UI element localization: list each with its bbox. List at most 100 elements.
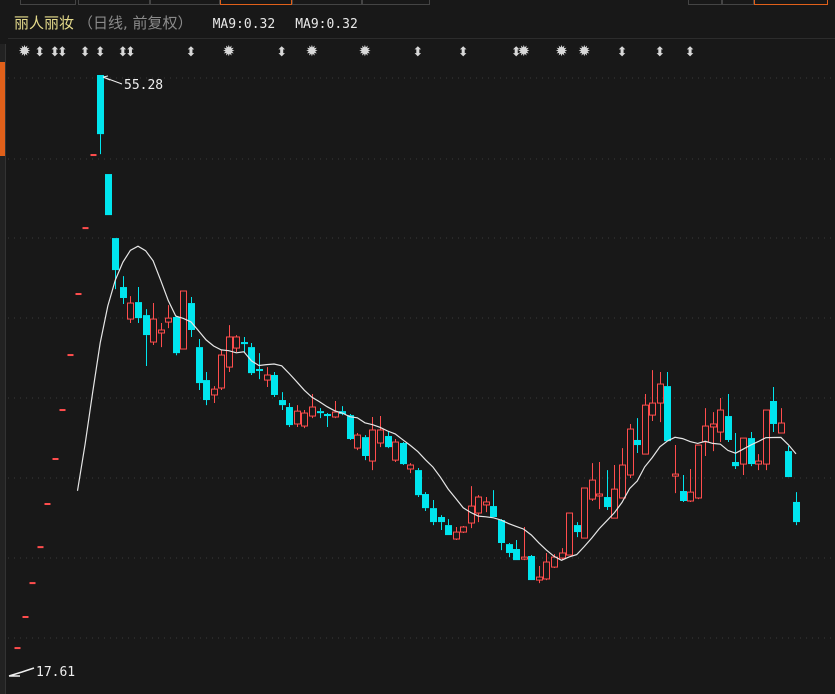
candle xyxy=(97,75,104,155)
updown-marker-icon[interactable]: ⬍ xyxy=(685,45,696,60)
candle-body xyxy=(392,441,399,461)
candle xyxy=(725,394,732,443)
candle-body xyxy=(218,354,225,389)
candle xyxy=(717,397,724,443)
star-marker-icon[interactable]: ✹ xyxy=(555,42,568,60)
star-marker-icon[interactable]: ✹ xyxy=(359,42,372,60)
star-marker-icon[interactable]: ✹ xyxy=(306,42,319,60)
candle xyxy=(732,433,739,469)
candle-body xyxy=(377,429,384,444)
candle-body xyxy=(105,174,112,216)
candle-body xyxy=(173,317,180,354)
candle xyxy=(203,371,210,406)
candle-body xyxy=(120,287,127,298)
candle xyxy=(453,526,460,540)
candle xyxy=(362,435,369,461)
candle xyxy=(634,418,641,453)
candle xyxy=(218,350,225,391)
candle-body xyxy=(279,400,286,406)
candle-body xyxy=(286,407,293,426)
updown-marker-icon[interactable]: ⬍ xyxy=(276,45,287,60)
candle-body xyxy=(717,409,724,433)
candle xyxy=(14,647,21,650)
candle xyxy=(483,497,490,513)
candle-body xyxy=(158,329,165,334)
candle xyxy=(438,515,445,531)
updown-marker-icon[interactable]: ⬍ xyxy=(458,45,469,60)
candle-body xyxy=(241,342,248,345)
candle-body xyxy=(543,561,550,580)
candle-body xyxy=(165,317,172,323)
candle-body xyxy=(528,555,535,581)
candle xyxy=(498,519,505,551)
candle-body xyxy=(664,386,671,442)
candle-body xyxy=(506,544,513,553)
updown-marker-icon[interactable]: ⬍ xyxy=(185,45,196,60)
candle xyxy=(294,405,301,427)
candle xyxy=(475,495,482,523)
updown-marker-icon[interactable]: ⬍ xyxy=(80,45,91,60)
candle xyxy=(407,463,414,474)
candle-body xyxy=(362,437,369,456)
updown-marker-icon[interactable]: ⬍ xyxy=(57,45,68,60)
candle-body xyxy=(748,438,755,465)
candle xyxy=(324,413,331,427)
candle xyxy=(581,487,588,539)
low-price-label: 17.61 xyxy=(36,665,75,680)
candle-body xyxy=(559,552,566,559)
candle-body xyxy=(710,423,717,428)
candle xyxy=(248,342,255,376)
candle-body xyxy=(770,400,777,424)
candle xyxy=(702,408,709,456)
candle xyxy=(279,392,286,411)
candle xyxy=(422,492,429,511)
candle-body xyxy=(37,546,44,549)
candle-body xyxy=(702,425,709,443)
candle xyxy=(400,442,407,466)
candle xyxy=(233,335,240,353)
candle-body xyxy=(740,437,747,465)
candle xyxy=(619,448,626,499)
candle xyxy=(165,305,172,329)
candle xyxy=(271,371,278,398)
candle xyxy=(649,370,656,421)
candle-body xyxy=(657,383,664,404)
candle-body xyxy=(430,508,437,523)
candle xyxy=(574,522,581,538)
candle-body xyxy=(271,375,278,395)
updown-marker-icon[interactable]: ⬍ xyxy=(412,45,423,60)
candle-body xyxy=(483,501,490,506)
updown-marker-icon[interactable]: ⬍ xyxy=(125,45,136,60)
candle xyxy=(392,439,399,463)
updown-marker-icon[interactable]: ⬍ xyxy=(95,45,106,60)
candle-body xyxy=(97,75,104,135)
high-arrow-icon xyxy=(102,75,123,85)
candle xyxy=(44,503,51,506)
candle xyxy=(135,287,142,324)
candle-body xyxy=(498,520,505,543)
candle-body xyxy=(468,505,475,524)
star-marker-icon[interactable]: ✹ xyxy=(18,42,31,60)
candle xyxy=(59,409,66,412)
candle-body xyxy=(475,496,482,514)
candle xyxy=(150,303,157,346)
candle-body xyxy=(256,368,263,372)
candle xyxy=(105,174,112,216)
updown-marker-icon[interactable]: ⬍ xyxy=(34,45,45,60)
candle-body xyxy=(634,439,641,446)
candle-body xyxy=(309,406,316,417)
candle-body xyxy=(407,464,414,470)
updown-marker-icon[interactable]: ⬍ xyxy=(654,45,665,60)
star-marker-icon[interactable]: ✹ xyxy=(578,42,591,60)
star-marker-icon[interactable]: ✹ xyxy=(222,42,235,60)
candle-body xyxy=(29,582,36,585)
updown-marker-icon[interactable]: ⬍ xyxy=(617,45,628,60)
star-marker-icon[interactable]: ✹ xyxy=(517,42,530,60)
candle xyxy=(317,408,324,419)
candle-body xyxy=(604,497,611,508)
candle xyxy=(158,323,165,348)
candle xyxy=(748,432,755,467)
candle xyxy=(793,492,800,526)
candle-body xyxy=(422,494,429,509)
candle-body xyxy=(415,470,422,496)
